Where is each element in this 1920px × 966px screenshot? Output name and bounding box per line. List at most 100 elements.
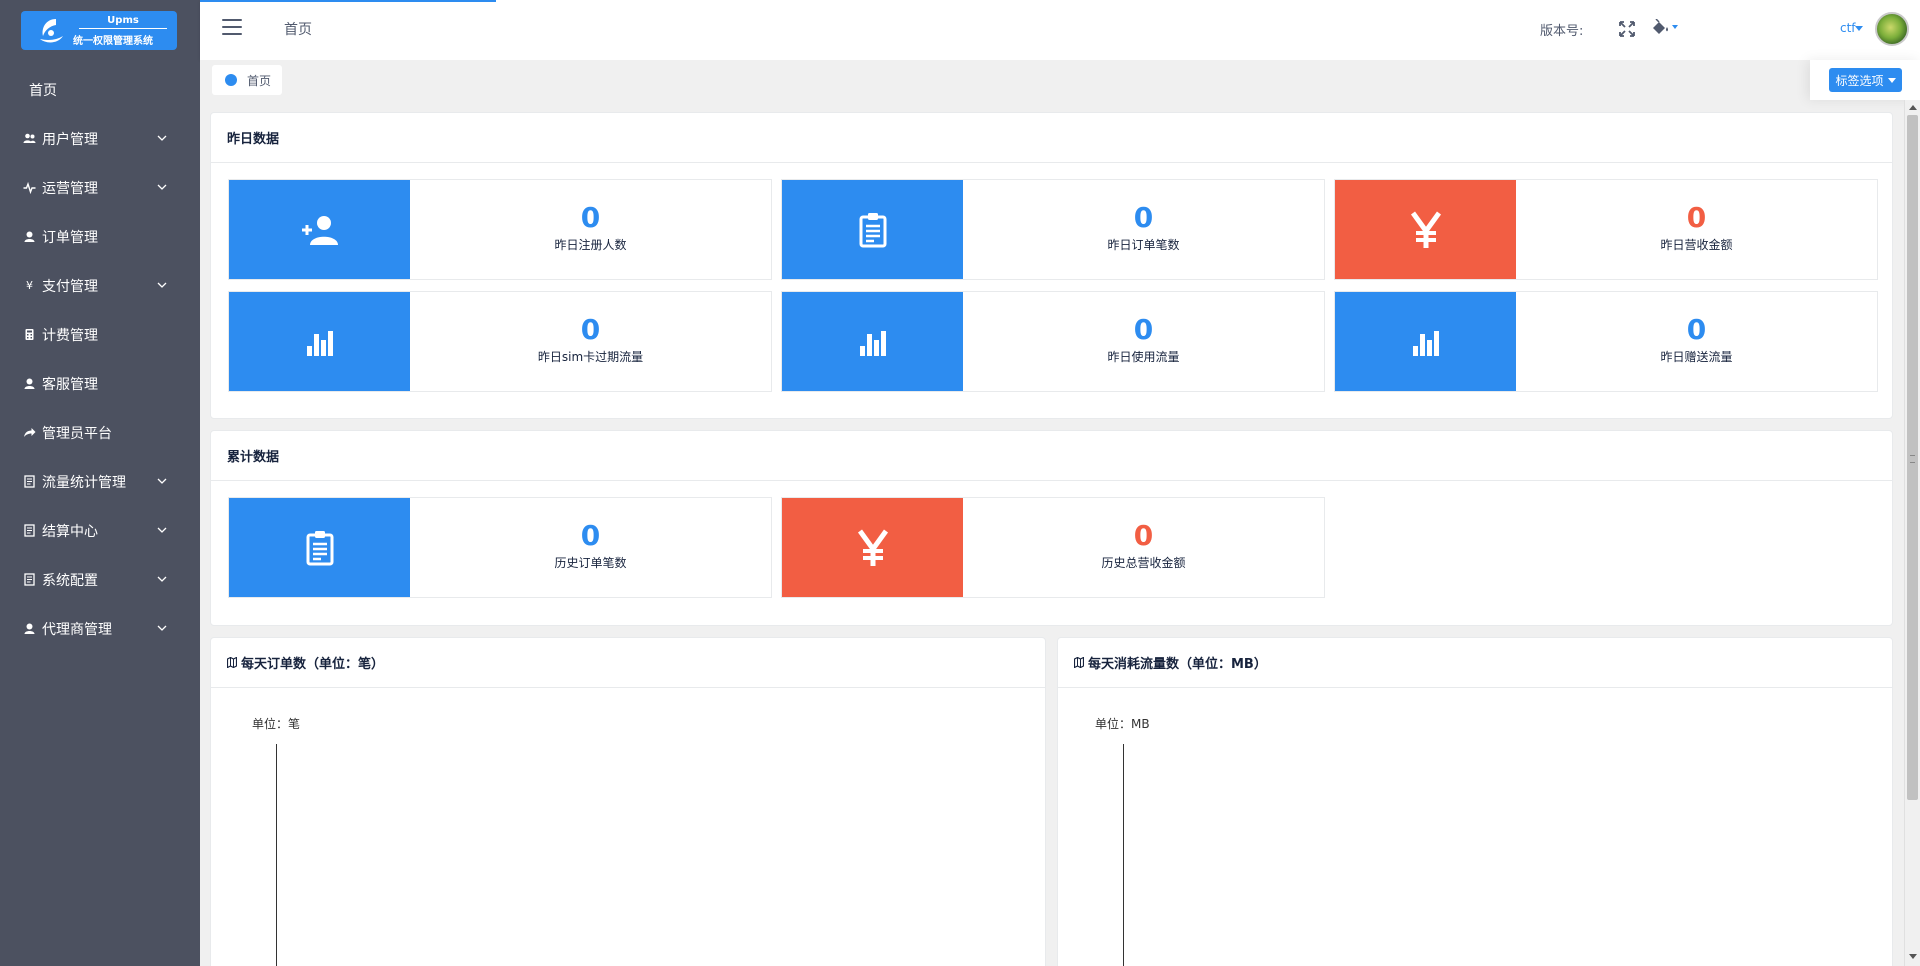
sidebar-item-payments[interactable]: ¥ 支付管理 [0, 261, 200, 310]
stat-label: 昨日营收金额 [1660, 238, 1733, 252]
sidebar-item-label: 首页 [29, 82, 57, 99]
stat-yesterday-sim-expired-traffic: 0 昨日sim卡过期流量 [228, 291, 772, 392]
sidebar-item-label: 计费管理 [42, 327, 98, 344]
stat-value: 0 [1133, 519, 1154, 552]
daily-traffic-chart-card: 每天消耗流量数（单位：MB） 单位：MB [1057, 637, 1893, 966]
sidebar-item-user-management[interactable]: 用户管理 [0, 114, 200, 163]
stat-value: 0 [580, 201, 601, 234]
stat-value: 0 [580, 313, 601, 346]
yesterday-data-card: 昨日数据 0 昨日注册人数 0 昨日订单笔数 0 昨日营收金额 0 昨日sim卡… [210, 112, 1893, 419]
chevron-down-icon [157, 625, 167, 631]
user-name[interactable]: ctf [1840, 21, 1856, 35]
chevron-down-icon [157, 135, 167, 141]
stat-icon-tile [782, 292, 963, 391]
theme-paint-bucket-icon[interactable] [1650, 19, 1680, 37]
card-title: 累计数据 [211, 431, 1892, 481]
sidebar-item-label: 用户管理 [42, 131, 98, 148]
sidebar-item-label: 运营管理 [42, 180, 98, 197]
scroll-thumb[interactable] [1907, 115, 1918, 800]
stat-yesterday-revenue: 0 昨日营收金额 [1334, 179, 1878, 280]
user-menu-caret-icon[interactable] [1855, 26, 1863, 31]
person-icon [24, 231, 35, 242]
tag-home[interactable]: 首页 [212, 65, 283, 95]
chevron-down-icon [157, 282, 167, 288]
sidebar-item-admin-platform[interactable]: 管理员平台 [0, 408, 200, 457]
yen-icon: ¥ [26, 279, 33, 292]
sidebar-item-label: 代理商管理 [42, 621, 112, 638]
sidebar-item-billing[interactable]: 计费管理 [0, 310, 200, 359]
avatar[interactable] [1875, 12, 1909, 46]
sidebar-item-orders[interactable]: 订单管理 [0, 212, 200, 261]
caret-down-icon [1887, 77, 1896, 83]
map-icon [227, 657, 237, 668]
sidebar-menu: 首页 用户管理 运营管理 订单管理 ¥ 支付管理 计费管理 客服管理 管理员平台… [0, 65, 200, 653]
calculator-icon [25, 329, 34, 340]
active-tag-dot-icon [225, 74, 237, 86]
stat-icon-tile [782, 180, 963, 279]
chevron-down-icon [157, 527, 167, 533]
chart-title: 每天消耗流量数（单位：MB） [1088, 657, 1267, 672]
share-icon [24, 428, 36, 437]
add-user-icon [301, 215, 338, 245]
stat-yesterday-orders: 0 昨日订单笔数 [781, 179, 1325, 280]
stat-value: 0 [1133, 201, 1154, 234]
tag-options-panel: 标签选项 [1810, 60, 1920, 100]
document-icon [24, 524, 35, 537]
stat-value: 0 [1686, 313, 1707, 346]
fullscreen-icon[interactable] [1618, 20, 1636, 38]
tag-bar: 首页 标签选项 [200, 60, 1920, 100]
menu-toggle-icon[interactable] [222, 19, 242, 35]
stat-icon-tile [229, 292, 410, 391]
chart-y-axis [276, 744, 277, 966]
cumulative-data-card: 累计数据 0 历史订单笔数 0 历史总营收金额 [210, 430, 1893, 626]
sidebar-item-label: 系统配置 [42, 572, 98, 589]
sidebar-item-settlement[interactable]: 结算中心 [0, 506, 200, 555]
stat-icon-tile [229, 180, 410, 279]
stat-yesterday-gifted-traffic: 0 昨日赠送流量 [1334, 291, 1878, 392]
stat-yesterday-registrations: 0 昨日注册人数 [228, 179, 772, 280]
person-icon [24, 623, 35, 634]
bar-chart-icon [306, 330, 333, 356]
chart-card-header: 每天消耗流量数（单位：MB） [1058, 638, 1892, 688]
tag-options-label: 标签选项 [1835, 73, 1884, 88]
sidebar-item-traffic-stats[interactable]: 流量统计管理 [0, 457, 200, 506]
bar-chart-icon [1412, 330, 1439, 356]
chart-unit-label: 单位：笔 [252, 717, 301, 731]
chart-unit-label: 单位：MB [1095, 717, 1150, 731]
scroll-down-arrow-icon[interactable] [1909, 954, 1917, 959]
stat-label: 昨日使用流量 [1107, 350, 1180, 364]
chevron-down-icon [157, 478, 167, 484]
chart-card-header: 每天订单数（单位：笔） [211, 638, 1045, 688]
stat-label: 昨日注册人数 [554, 238, 627, 252]
sidebar-item-operations[interactable]: 运营管理 [0, 163, 200, 212]
map-icon [1074, 657, 1084, 668]
app-logo[interactable]: Upms 统一权限管理系统 [21, 11, 177, 50]
tag-home-label: 首页 [247, 73, 272, 88]
sidebar-item-label: 管理员平台 [42, 425, 112, 442]
stat-icon-tile [1335, 180, 1516, 279]
sidebar-item-customer-service[interactable]: 客服管理 [0, 359, 200, 408]
users-icon [23, 133, 36, 143]
stat-value: 0 [1686, 201, 1707, 234]
bar-chart-icon [859, 330, 886, 356]
chevron-down-icon [157, 576, 167, 582]
top-header: 首页 版本号: ctf [200, 0, 1920, 60]
person-icon [24, 378, 35, 389]
stat-icon-tile [229, 498, 410, 597]
chart-y-axis [1123, 744, 1124, 966]
stat-icon-tile [782, 498, 963, 597]
stat-label: 昨日赠送流量 [1660, 350, 1733, 364]
stat-label: 历史总营收金额 [1101, 556, 1186, 570]
scroll-up-arrow-icon[interactable] [1909, 105, 1917, 110]
clipboard-icon [859, 212, 886, 247]
sidebar-item-home[interactable]: 首页 [0, 65, 200, 114]
logo-subtitle: 统一权限管理系统 [73, 36, 153, 47]
sidebar-item-agent-management[interactable]: 代理商管理 [0, 604, 200, 653]
sidebar-item-system-config[interactable]: 系统配置 [0, 555, 200, 604]
version-label: 版本号: [1540, 24, 1584, 39]
logo-mark-icon [40, 19, 63, 43]
stat-label: 昨日sim卡过期流量 [537, 350, 644, 364]
vertical-scrollbar[interactable] [1904, 100, 1920, 966]
sidebar-item-label: 结算中心 [42, 523, 98, 540]
tag-options-button[interactable]: 标签选项 [1829, 68, 1902, 92]
